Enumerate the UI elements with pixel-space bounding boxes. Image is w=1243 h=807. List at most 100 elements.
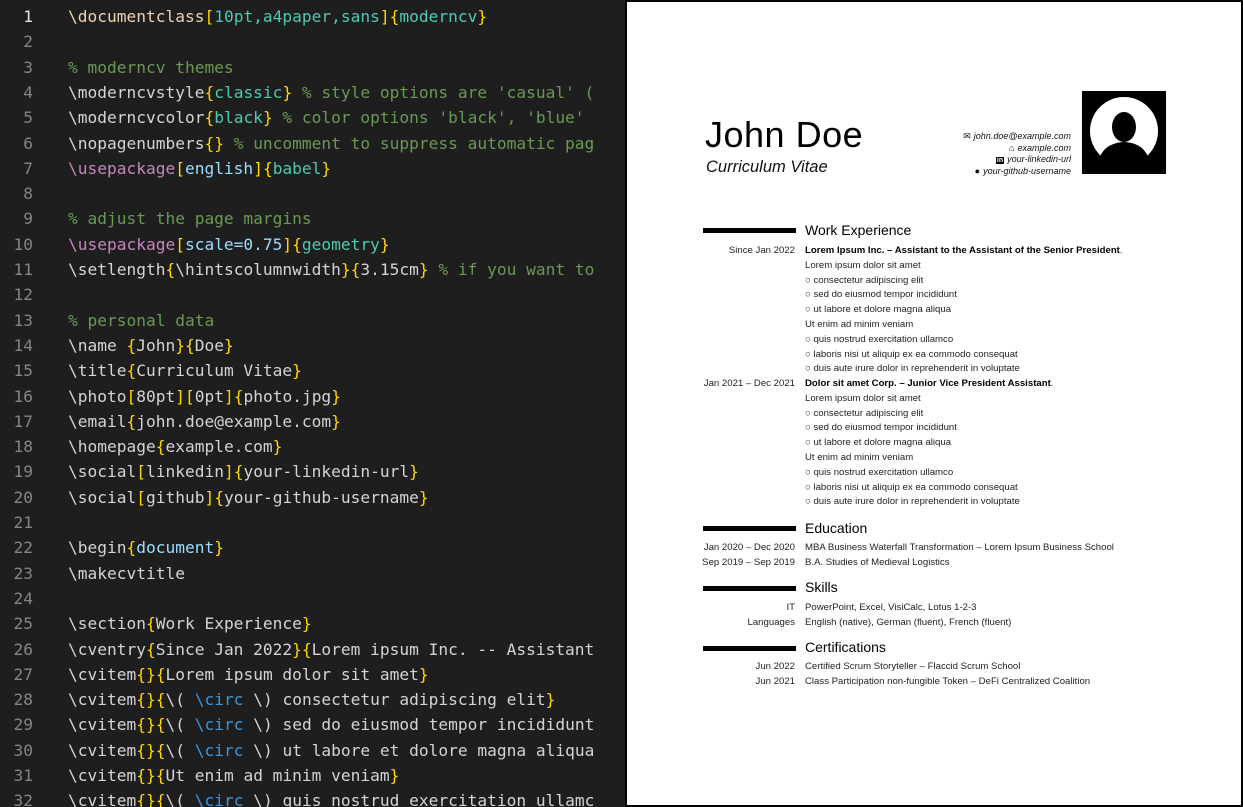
code-token: black	[214, 108, 263, 128]
code-line[interactable]: 9 % adjust the page margins	[0, 206, 630, 231]
code-line[interactable]: 19 \social[linkedin]{your-linkedin-url}	[0, 459, 630, 484]
homepage-icon: ⌂	[1009, 143, 1015, 153]
code-text[interactable]: \photo[80pt][0pt]{photo.jpg}	[68, 384, 341, 409]
code-token: {	[204, 82, 215, 102]
code-token: }	[282, 82, 293, 102]
code-line[interactable]: 7 \usepackage[english]{babel}	[0, 156, 630, 181]
code-text[interactable]: % moderncv themes	[68, 55, 234, 80]
code-token: 10pt,a4paper,sans	[214, 7, 380, 26]
pdf-preview: John Doe Curriculum Vitae ✉ john.doe@exam…	[625, 0, 1243, 807]
code-text[interactable]: \name {John}{Doe}	[68, 333, 234, 358]
code-text[interactable]: \makecvtitle	[68, 561, 185, 586]
code-line[interactable]: 21	[0, 510, 630, 535]
code-token: \cvitem	[68, 664, 137, 684]
code-text[interactable]: \cvitem{}{\( \circ \) quis nostrud exerc…	[68, 788, 594, 807]
code-line[interactable]: 27 \cvitem{}{Lorem ipsum dolor sit amet}	[0, 662, 630, 687]
code-line[interactable]: 22 \begin{document}	[0, 535, 630, 560]
line-number: 24	[13, 588, 34, 608]
code-token: }{	[340, 260, 361, 279]
code-text[interactable]: \social[github]{your-github-username}	[68, 485, 429, 510]
code-text[interactable]: \email{john.doe@example.com}	[68, 409, 341, 434]
code-line[interactable]: 31 \cvitem{}{Ut enim ad minim veniam}	[0, 763, 630, 788]
latex-code-editor[interactable]: 1 \documentclass[10pt,a4paper,sans]{moder…	[0, 0, 630, 807]
code-line[interactable]: 15 \title{Curriculum Vitae}	[0, 358, 630, 383]
code-token: your-github-username	[223, 487, 419, 507]
code-token: % moderncv themes	[68, 57, 234, 77]
code-text[interactable]: \moderncvstyle{classic} % style options …	[68, 80, 594, 105]
code-line[interactable]: 25 \section{Work Experience}	[0, 611, 630, 636]
code-token: \cvitem	[68, 740, 137, 760]
code-line[interactable]: 12	[0, 282, 630, 307]
line-number: 16	[13, 386, 34, 406]
code-token: Since Jan 2022	[155, 639, 293, 659]
code-line[interactable]: 24	[0, 586, 630, 611]
code-text[interactable]: \social[linkedin]{your-linkedin-url}	[68, 459, 419, 484]
code-token: \moderncvcolor	[68, 108, 205, 128]
code-token: \(	[165, 791, 195, 807]
code-token: {	[204, 108, 215, 128]
code-line[interactable]: 13 % personal data	[0, 308, 630, 333]
code-text[interactable]: \usepackage[english]{babel}	[68, 156, 331, 181]
section-title: Skills	[805, 579, 838, 595]
code-token: english	[184, 158, 254, 178]
code-text[interactable]: \cvitem{}{\( \circ \) sed do eiusmod tem…	[68, 712, 594, 737]
code-token: {}{	[136, 690, 166, 710]
linkedin-icon: in	[995, 157, 1005, 164]
code-text[interactable]: % adjust the page margins	[68, 206, 312, 231]
code-line[interactable]: 6 \nopagenumbers{} % uncomment to suppres…	[0, 131, 630, 156]
code-line[interactable]: 29 \cvitem{}{\( \circ \) sed do eiusmod t…	[0, 712, 630, 737]
code-text[interactable]: \cventry{Since Jan 2022}{Lorem ipsum Inc…	[68, 637, 594, 662]
code-token: example.com	[165, 437, 273, 457]
code-line[interactable]: 10 \usepackage[scale=0.75]{geometry}	[0, 232, 630, 257]
code-token: }	[409, 462, 419, 482]
code-text[interactable]: \title{Curriculum Vitae}	[68, 358, 302, 383]
code-line[interactable]: 32 \cvitem{}{\( \circ \) quis nostrud exe…	[0, 788, 630, 807]
code-line[interactable]: 2	[0, 29, 630, 54]
certification-item: Certified Scrum Storyteller – Flaccid Sc…	[805, 661, 1021, 672]
code-line[interactable]: 16 \photo[80pt][0pt]{photo.jpg}	[0, 384, 630, 409]
code-token: {}{	[136, 664, 166, 684]
line-number: 30	[13, 740, 34, 760]
code-text[interactable]: \cvitem{}{\( \circ \) ut labore et dolor…	[68, 738, 594, 763]
code-line[interactable]: 23 \makecvtitle	[0, 561, 630, 586]
code-token: % if you want to	[428, 260, 595, 279]
line-number: 3	[23, 57, 33, 77]
code-token: \social	[68, 487, 137, 507]
entry-heading-text: Lorem Ipsum Inc. – Assistant to the Assi…	[805, 245, 1120, 256]
code-text[interactable]: \homepage{example.com}	[68, 434, 282, 459]
code-line[interactable]: 28 \cvitem{}{\( \circ \) consectetur adip…	[0, 687, 630, 712]
code-token: \photo	[68, 386, 127, 406]
code-line[interactable]: 11 \setlength{\hintscolumnwidth}{3.15cm} …	[0, 257, 630, 282]
code-line[interactable]: 8	[0, 181, 630, 206]
code-line[interactable]: 18 \homepage{example.com}	[0, 434, 630, 459]
code-token: ][	[175, 386, 195, 406]
code-text[interactable]: \usepackage[scale=0.75]{geometry}	[68, 232, 390, 257]
line-number: 22	[13, 538, 34, 558]
code-text[interactable]: \section{Work Experience}	[68, 611, 312, 636]
code-token: [	[126, 386, 137, 406]
line-number: 10	[13, 234, 34, 254]
code-text[interactable]: \documentclass[10pt,a4paper,sans]{modern…	[68, 4, 487, 29]
entry-item: ○ sed do eiusmod tempor incididunt	[805, 289, 957, 301]
code-text[interactable]: \moderncvcolor{black} % color options 'b…	[68, 105, 585, 130]
code-text[interactable]: \cvitem{}{Lorem ipsum dolor sit amet}	[68, 662, 429, 687]
code-text[interactable]: \cvitem{}{\( \circ \) consectetur adipis…	[68, 687, 555, 712]
code-line[interactable]: 17 \email{john.doe@example.com}	[0, 409, 630, 434]
code-line[interactable]: 20 \social[github]{your-github-username}	[0, 485, 630, 510]
github-icon: ●	[974, 166, 981, 176]
code-text[interactable]: \nopagenumbers{} % uncomment to suppress…	[68, 131, 594, 156]
code-token: classic	[214, 82, 283, 102]
code-line[interactable]: 30 \cvitem{}{\( \circ \) ut labore et dol…	[0, 738, 630, 763]
code-line[interactable]: 3 % moderncv themes	[0, 55, 630, 80]
code-text[interactable]: \cvitem{}{Ut enim ad minim veniam}	[68, 763, 399, 788]
code-text[interactable]: % personal data	[68, 308, 214, 333]
code-text[interactable]: \begin{document}	[68, 535, 224, 560]
code-line[interactable]: 26 \cventry{Since Jan 2022}{Lorem ipsum I…	[0, 637, 630, 662]
code-text[interactable]: \setlength{\hintscolumnwidth}{3.15cm} % …	[68, 257, 594, 282]
code-line[interactable]: 14 \name {John}{Doe}	[0, 333, 630, 358]
code-line[interactable]: 1 \documentclass[10pt,a4paper,sans]{moder…	[0, 4, 630, 29]
code-line[interactable]: 5 \moderncvcolor{black} % color options '…	[0, 105, 630, 130]
code-token: photo.jpg	[243, 386, 332, 406]
code-line[interactable]: 4 \moderncvstyle{classic} % style options…	[0, 80, 630, 105]
code-token: % personal data	[68, 310, 215, 330]
